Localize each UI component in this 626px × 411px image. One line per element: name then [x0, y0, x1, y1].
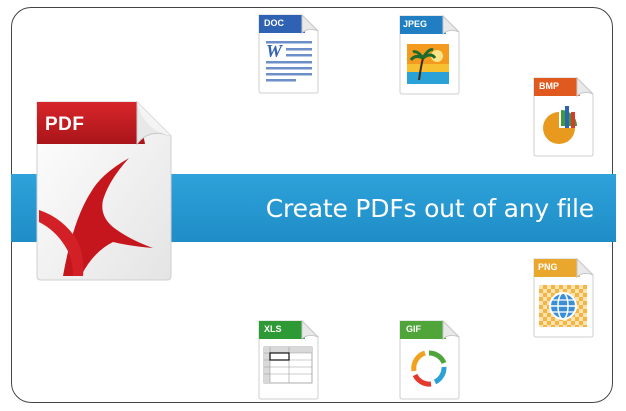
gif-label: GIF [406, 324, 421, 334]
pdf-label: PDF [45, 114, 85, 135]
gif-file-icon: GIF [397, 319, 461, 401]
png-label: PNG [538, 262, 558, 272]
jpeg-file-icon: JPEG [397, 14, 461, 96]
jpeg-label: JPEG [403, 19, 428, 29]
bmp-file-icon: BMP [531, 76, 595, 158]
banner-headline: Create PDFs out of any file [265, 194, 594, 223]
png-file-icon: PNG [531, 257, 595, 339]
pdf-file-icon: PDF [33, 100, 173, 282]
xls-file-icon: XLS [256, 319, 320, 401]
doc-file-icon: W DOC [256, 13, 320, 95]
svg-text:W: W [266, 41, 284, 61]
bmp-label: BMP [539, 81, 559, 91]
xls-label: XLS [264, 324, 282, 334]
doc-label: DOC [264, 18, 284, 28]
